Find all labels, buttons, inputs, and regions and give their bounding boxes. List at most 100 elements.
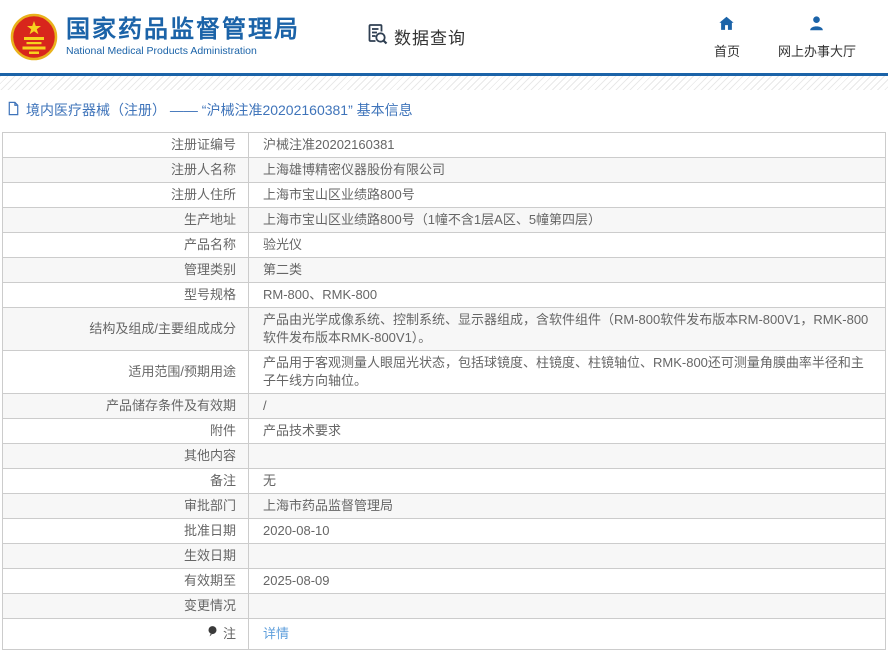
table-row: 批准日期 2020-08-10 <box>3 519 885 544</box>
row-value: 详情 <box>249 619 885 649</box>
row-label-text: 产品储存条件及有效期 <box>105 398 236 413</box>
row-value: 上海雄博精密仪器股份有限公司 <box>249 158 885 182</box>
row-label-text: 其他内容 <box>183 448 236 463</box>
row-label: 结构及组成/主要组成成分 <box>3 308 249 350</box>
row-label: 变更情况 <box>3 594 249 618</box>
home-icon <box>717 14 736 38</box>
row-value-text: 沪械注准20202160381 <box>263 137 395 152</box>
row-label-text: 管理类别 <box>183 262 236 277</box>
row-label-text: 注册人住所 <box>170 187 236 202</box>
table-row: 注册人名称 上海雄博精密仪器股份有限公司 <box>3 158 885 183</box>
row-value-text: 第二类 <box>263 262 303 277</box>
bulb-icon <box>206 625 219 643</box>
row-value-text: 无 <box>263 473 277 488</box>
table-row: 附件 产品技术要求 <box>3 419 885 444</box>
row-label: 生效日期 <box>3 544 249 568</box>
row-value: 2025-08-09 <box>249 569 885 593</box>
row-label-text: 变更情况 <box>183 598 236 613</box>
row-label-text: 型号规格 <box>183 287 236 302</box>
row-value-text: 上海市药品监督管理局 <box>263 498 394 513</box>
row-value-text: 验光仪 <box>263 237 303 252</box>
document-icon <box>6 101 21 119</box>
site-header: 国家药品监督管理局 National Medical Products Admi… <box>0 0 888 76</box>
table-row: 产品名称 验光仪 <box>3 233 885 258</box>
site-logo: 国家药品监督管理局 National Medical Products Admi… <box>10 13 300 61</box>
row-label-text: 注册证编号 <box>170 137 236 152</box>
table-row: 型号规格 RM-800、RMK-800 <box>3 283 885 308</box>
table-row: 审批部门 上海市药品监督管理局 <box>3 494 885 519</box>
row-value: RM-800、RMK-800 <box>249 283 885 307</box>
row-value <box>249 444 885 468</box>
row-value-text: RM-800、RMK-800 <box>263 287 378 302</box>
row-label: 有效期至 <box>3 569 249 593</box>
nav-service-hall[interactable]: 网上办事大厅 <box>778 14 856 60</box>
table-row: 注册人住所 上海市宝山区业绩路800号 <box>3 183 885 208</box>
row-label: 型号规格 <box>3 283 249 307</box>
table-row: 适用范围/预期用途 产品用于客观测量人眼屈光状态，包括球镜度、柱镜度、柱镜轴位、R… <box>3 351 885 394</box>
row-label-text: 生效日期 <box>183 548 236 563</box>
row-value: 产品用于客观测量人眼屈光状态，包括球镜度、柱镜度、柱镜轴位、RMK-800还可测… <box>249 351 885 393</box>
row-value-text: 产品用于客观测量人眼屈光状态，包括球镜度、柱镜度、柱镜轴位、RMK-800还可测… <box>263 355 864 388</box>
row-label-text: 生产地址 <box>183 212 236 227</box>
row-label: 产品名称 <box>3 233 249 257</box>
table-row: 备注 无 <box>3 469 885 494</box>
person-icon <box>807 14 826 38</box>
breadcrumb: 境内医疗器械（注册） —— “沪械注准20202160381” 基本信息 <box>0 90 888 129</box>
row-value <box>249 544 885 568</box>
table-row: 生产地址 上海市宝山区业绩路800号（1幢不含1层A区、5幢第四层） <box>3 208 885 233</box>
row-value-text: 2025-08-09 <box>263 573 330 588</box>
nav-service-hall-label: 网上办事大厅 <box>777 43 856 59</box>
row-label: 产品储存条件及有效期 <box>3 394 249 418</box>
document-search-icon <box>365 22 389 51</box>
row-label-text: 批准日期 <box>183 523 236 538</box>
table-row: 其他内容 <box>3 444 885 469</box>
row-value-text: 产品由光学成像系统、控制系统、显示器组成，含软件组件（RM-800软件发布版本R… <box>263 312 869 345</box>
row-label: 注 <box>3 619 249 649</box>
row-label: 管理类别 <box>3 258 249 282</box>
row-value: 上海市宝山区业绩路800号 <box>249 183 885 207</box>
row-value-text: 产品技术要求 <box>263 423 342 438</box>
row-label-text: 产品名称 <box>183 237 236 252</box>
row-label: 附件 <box>3 419 249 443</box>
row-value: 上海市药品监督管理局 <box>249 494 885 518</box>
table-row: 管理类别 第二类 <box>3 258 885 283</box>
row-value-text: 2020-08-10 <box>263 523 330 538</box>
row-label: 生产地址 <box>3 208 249 232</box>
row-label: 注册人名称 <box>3 158 249 182</box>
row-label: 注册人住所 <box>3 183 249 207</box>
row-value <box>249 594 885 618</box>
row-label: 注册证编号 <box>3 133 249 157</box>
row-value-text: / <box>263 398 267 413</box>
info-table: 注册证编号 沪械注准20202160381 注册人名称 上海雄博精密仪器股份有限公司注… <box>2 132 886 650</box>
row-label-text: 适用范围/预期用途 <box>128 364 236 379</box>
row-label-text: 附件 <box>209 423 236 438</box>
row-value: 2020-08-10 <box>249 519 885 543</box>
nav-home[interactable]: 首页 <box>714 14 740 60</box>
detail-link[interactable]: 详情 <box>263 625 289 643</box>
site-title: 国家药品监督管理局 National Medical Products Admi… <box>66 16 300 58</box>
table-row: 有效期至 2025-08-09 <box>3 569 885 594</box>
row-label-text: 审批部门 <box>183 498 236 513</box>
row-label-text: 结构及组成/主要组成成分 <box>89 321 236 336</box>
row-value-text: 上海雄博精密仪器股份有限公司 <box>263 162 446 177</box>
table-row: 注册证编号 沪械注准20202160381 <box>3 133 885 158</box>
row-value: 沪械注准20202160381 <box>249 133 885 157</box>
row-value: 无 <box>249 469 885 493</box>
row-label-text: 注 <box>222 626 236 641</box>
row-value: 产品技术要求 <box>249 419 885 443</box>
table-row: 结构及组成/主要组成成分 产品由光学成像系统、控制系统、显示器组成，含软件组件（R… <box>3 308 885 351</box>
header-stripe-band <box>0 76 888 90</box>
site-title-cn: 国家药品监督管理局 <box>66 15 300 43</box>
table-row: 产品储存条件及有效期 / <box>3 394 885 419</box>
row-label: 批准日期 <box>3 519 249 543</box>
table-row: 生效日期 <box>3 544 885 569</box>
row-value: 上海市宝山区业绩路800号（1幢不含1层A区、5幢第四层） <box>249 208 885 232</box>
row-label-text: 注册人名称 <box>170 162 236 177</box>
row-label-text: 备注 <box>209 473 236 488</box>
row-value: 产品由光学成像系统、控制系统、显示器组成，含软件组件（RM-800软件发布版本R… <box>249 308 885 350</box>
row-value: 验光仪 <box>249 233 885 257</box>
row-value: / <box>249 394 885 418</box>
row-label: 适用范围/预期用途 <box>3 351 249 393</box>
row-label-text: 有效期至 <box>183 573 236 588</box>
data-query-nav[interactable]: 数据查询 <box>365 22 466 51</box>
